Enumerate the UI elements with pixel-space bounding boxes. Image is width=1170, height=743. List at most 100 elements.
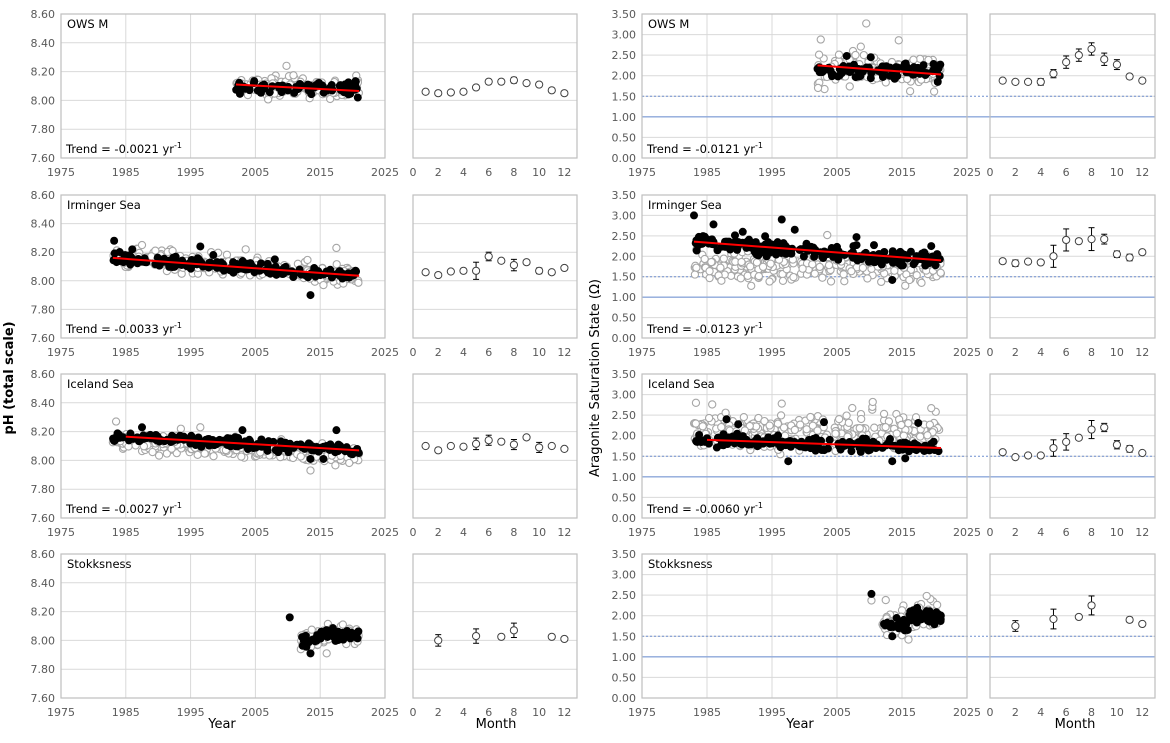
y-tick-label: 8.00 (31, 454, 56, 467)
data-point-filled (819, 254, 828, 263)
data-point-filled (285, 613, 294, 622)
monthly-mean-point (547, 268, 556, 277)
y-tick-label: 8.60 (31, 548, 56, 561)
data-point-filled (239, 82, 248, 91)
data-point-filled (306, 649, 315, 658)
x-tick-label: 2 (1012, 706, 1019, 719)
data-point-open (818, 273, 827, 282)
data-point-open (863, 274, 872, 283)
data-point-open (721, 408, 730, 417)
x-tick-label: 12 (1135, 346, 1149, 359)
x-tick-label: 1975 (628, 706, 656, 719)
data-point-open (322, 649, 331, 658)
data-point-filled (888, 632, 897, 641)
monthly-mean-point (1023, 257, 1033, 266)
x-tick-label: 1995 (177, 166, 205, 179)
data-point-open (905, 87, 915, 96)
panel-title: Stokksness (67, 557, 132, 571)
data-point-open (789, 272, 798, 282)
data-point-open (890, 266, 899, 275)
monthly-mean-point (497, 632, 506, 641)
x-tick-label: 2 (1012, 526, 1019, 539)
y-tick-label: 7.60 (31, 332, 56, 345)
y-tick-label: 2.00 (612, 430, 637, 443)
data-point-filled (902, 620, 911, 629)
data-point-filled (306, 291, 315, 300)
data-point-filled (332, 426, 341, 435)
x-tick-label: 1975 (628, 346, 656, 359)
data-point-open (870, 423, 879, 432)
y-tick-label: 8.20 (31, 426, 56, 439)
data-point-filled (722, 415, 731, 424)
monthly-mean-point (509, 626, 519, 635)
data-point-filled (295, 79, 304, 88)
data-point-filled (734, 420, 743, 429)
monthly-mean-point (998, 257, 1007, 266)
data-point-open (816, 35, 825, 44)
trend-label: Trend = -0.0060 yr-1 (646, 501, 763, 516)
data-point-filled (173, 259, 182, 268)
x-tick-label: 10 (532, 526, 546, 539)
data-point-open (867, 596, 876, 605)
data-point-open (814, 50, 824, 59)
data-point-open (868, 397, 877, 407)
monthly-mean-point (484, 436, 493, 445)
data-point-filled (354, 627, 363, 636)
monthly-mean-point (522, 79, 531, 88)
monthly-mean-point (1138, 76, 1147, 85)
omega-irminger-year-panel: 0.00 0.50 1.00 1.50 2.00 2.50 3.00 3.50 1975 1985… (612, 189, 990, 359)
panel-title: Stokksness (648, 557, 713, 571)
y-tick-label: 2.50 (612, 49, 637, 62)
data-point-open (743, 271, 752, 280)
data-point-open (855, 424, 864, 433)
data-point-filled (854, 72, 863, 81)
data-point-filled (784, 457, 793, 466)
x-tick-label: 2015 (306, 166, 334, 179)
data-point-open (332, 260, 341, 269)
x-tick-label: 1975 (47, 706, 75, 719)
data-point-open (806, 412, 815, 422)
x-tick-label: 1985 (112, 166, 140, 179)
data-point-open (790, 425, 799, 435)
monthly-mean-point (1049, 69, 1058, 78)
trend-label: Trend = -0.0121 yr-1 (646, 141, 763, 156)
data-point-filled (114, 430, 123, 439)
monthly-mean-point (471, 439, 481, 448)
y-tick-label: 1.50 (612, 630, 637, 643)
x-tick-label: 1995 (758, 526, 786, 539)
data-point-filled (300, 444, 309, 453)
data-point-filled (882, 619, 891, 628)
y-tick-label: 3.50 (612, 189, 637, 202)
ph-stokksness-year-panel: 7.60 7.80 8.00 8.20 8.40 8.60 1975 1985 1995 2005… (31, 548, 400, 719)
plot-frame (412, 13, 578, 159)
data-point-open (148, 447, 157, 457)
x-tick-label: 2025 (371, 526, 399, 539)
y-tick-label: 7.80 (31, 123, 56, 136)
monthly-mean-point (547, 441, 556, 451)
data-point-open (137, 240, 147, 250)
x-tick-label: 4 (460, 526, 467, 539)
x-tick-label: 1975 (628, 526, 656, 539)
x-tick-label: 6 (1063, 346, 1070, 359)
omega-iceland-year-panel: 0.00 0.50 1.00 1.50 2.00 2.50 3.00 3.50 1975 1985… (612, 368, 990, 539)
monthly-mean-point (471, 266, 481, 275)
monthly-mean-point (509, 440, 519, 449)
y-tick-label: 8.40 (31, 218, 56, 231)
data-point-open (813, 426, 822, 435)
data-point-filled (209, 251, 218, 260)
monthly-mean-point (421, 87, 430, 96)
x-tick-label: 1985 (112, 526, 140, 539)
y-tick-label: 1.50 (612, 90, 637, 103)
monthly-mean-point (998, 448, 1007, 457)
x-tick-label: 1995 (758, 346, 786, 359)
x-tick-label: 8 (1088, 166, 1095, 179)
x-tick-label: 8 (510, 526, 517, 539)
monthly-mean-point (1049, 443, 1058, 453)
data-point-open (167, 444, 176, 453)
data-point-filled (311, 637, 320, 646)
data-point-open (739, 412, 748, 422)
monthly-mean-point (1112, 250, 1122, 259)
data-point-filled (839, 62, 848, 71)
x-tick-label: 1975 (47, 346, 75, 359)
monthly-mean-point (471, 631, 481, 641)
